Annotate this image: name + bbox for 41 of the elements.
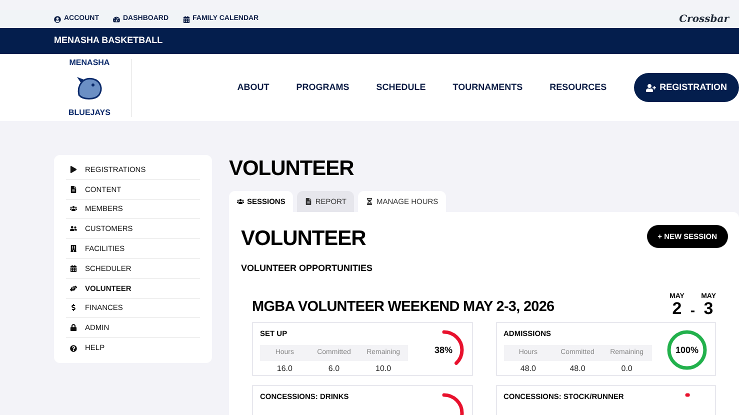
table-cell-text: 6.0 (327, 363, 341, 375)
document-icon (70, 186, 77, 193)
nav-link[interactable]: ABOUT (237, 80, 270, 94)
dollar-icon (70, 304, 77, 312)
team-logo[interactable]: MENASHA BLUEJAYS (54, 58, 132, 116)
percent-label: 38% (433, 344, 454, 356)
hourglass-icon (366, 198, 374, 205)
help-icon (70, 344, 77, 352)
people-icon (70, 225, 77, 232)
lock-icon (70, 324, 77, 332)
nav-link[interactable]: RESOURCES (550, 80, 607, 94)
nav-link[interactable]: TOURNAMENTS (452, 80, 523, 94)
registration-button[interactable]: REGISTRATION (634, 73, 739, 102)
date-separator: - (690, 302, 696, 316)
table-cell-text: 10.0 (374, 363, 392, 375)
event-title: MGBA VOLUNTEER WEEKEND MAY 2-3, 2026 (252, 298, 554, 316)
panel-title: VOLUNTEER (241, 228, 366, 249)
nav-link[interactable]: PROGRAMS (296, 80, 350, 94)
building-icon (70, 245, 77, 252)
document-icon (305, 198, 312, 205)
user-plus-icon (646, 82, 656, 92)
day-number: 3 (704, 300, 714, 316)
play-icon (70, 166, 77, 173)
calendar-icon (182, 16, 190, 22)
table-cell-text: 0.0 (620, 363, 634, 375)
brand-logo[interactable]: Crossbar (679, 12, 729, 26)
page-title: VOLUNTEER (229, 158, 355, 179)
table-cell-text: 16.0 (276, 363, 294, 375)
group-icon (237, 198, 244, 205)
day-number: 2 (672, 300, 682, 316)
account-icon (54, 16, 61, 22)
percent-label: 100% (674, 344, 700, 356)
nav-link[interactable]: SCHEDULE (376, 80, 426, 94)
calendar-icon (70, 264, 77, 272)
group-icon (70, 205, 77, 212)
section-subtitle: VOLUNTEER OPPORTUNITIES (241, 262, 374, 275)
table-cell-text: 48.0 (519, 363, 537, 375)
handshake-icon (70, 284, 77, 292)
gauge-icon (113, 16, 120, 22)
table-cell-text: 48.0 (568, 363, 586, 375)
org-title: MENASHA BASKETBALL (54, 34, 163, 48)
